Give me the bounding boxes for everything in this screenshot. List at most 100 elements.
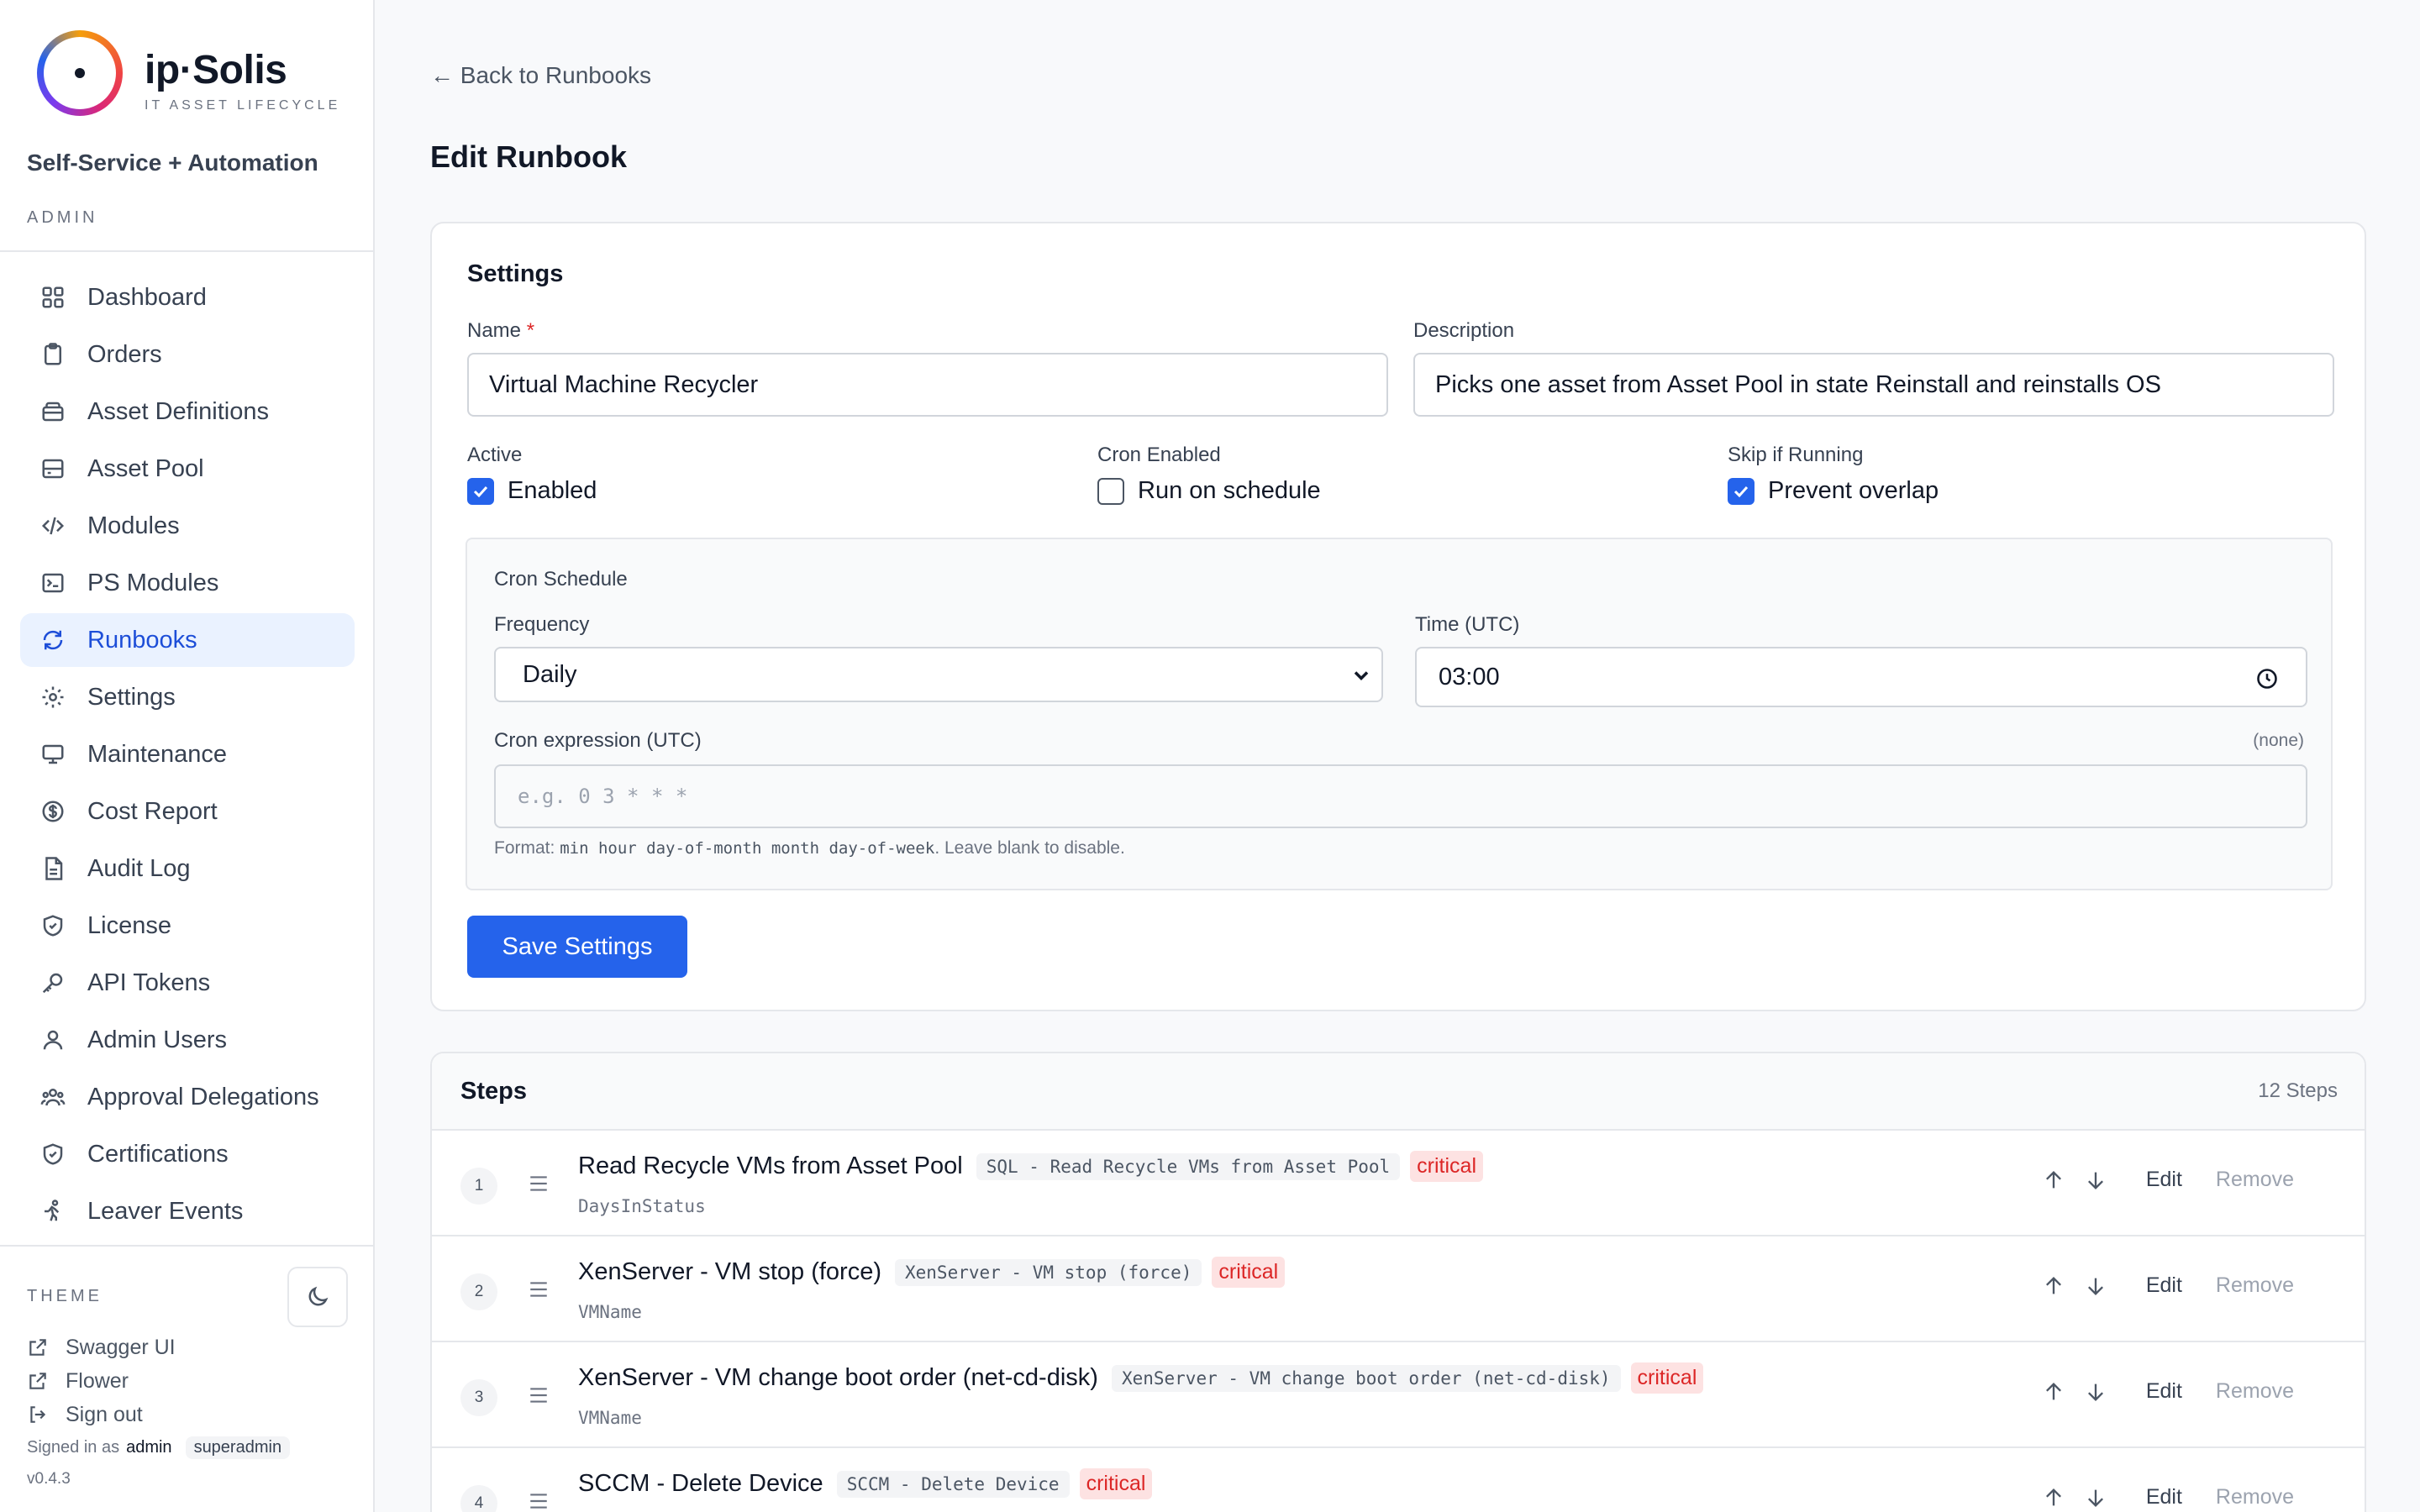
step-edit-button[interactable]: Edit — [2146, 1485, 2182, 1509]
step-module: SQL - Read Recycle VMs from Asset Pool — [976, 1152, 1401, 1180]
sidebar-item-license[interactable]: License — [20, 899, 355, 953]
sidebar-item-maintenance[interactable]: Maintenance — [20, 727, 355, 781]
step-edit-button[interactable]: Edit — [2146, 1273, 2182, 1298]
arrow-up-icon[interactable] — [2042, 1380, 2065, 1404]
moon-icon — [308, 1286, 329, 1306]
clock-icon[interactable] — [2255, 667, 2279, 690]
settings-title: Settings — [467, 260, 564, 287]
sidebar-item-asset-definitions[interactable]: Asset Definitions — [20, 385, 355, 438]
active-label: Active — [467, 444, 523, 466]
sidebar-item-asset-pool[interactable]: Asset Pool — [20, 442, 355, 496]
sidebar-divider — [0, 250, 375, 252]
monitor-icon — [40, 742, 66, 767]
admin-section-label: ADMIN — [27, 208, 98, 227]
step-edit-button[interactable]: Edit — [2146, 1168, 2182, 1192]
name-label: Name * — [467, 319, 534, 343]
file-icon — [40, 856, 66, 881]
step-remove-button[interactable]: Remove — [2216, 1168, 2294, 1192]
skip-if-running-checkbox-row[interactable]: Prevent overlap — [1728, 477, 1939, 505]
cron-enabled-checkbox[interactable] — [1097, 477, 1124, 505]
step-param: VMName — [578, 1302, 642, 1322]
step-remove-button[interactable]: Remove — [2216, 1273, 2294, 1298]
sidebar-item-label: Dashboard — [87, 283, 207, 311]
skip-if-running-checkbox[interactable] — [1728, 477, 1754, 505]
shield-check-icon — [40, 1142, 66, 1167]
brand-logo[interactable]: ip·Solis IT ASSET LIFECYCLE — [37, 30, 340, 116]
theme-toggle-button[interactable] — [287, 1267, 348, 1327]
sidebar-item-label: Approval Delegations — [87, 1083, 319, 1110]
time-input[interactable]: 03:00 — [1415, 647, 2307, 707]
cron-enabled-checkbox-row[interactable]: Run on schedule — [1097, 477, 1321, 505]
link-label: Flower — [66, 1368, 129, 1393]
critical-badge: critical — [1212, 1257, 1286, 1288]
description-input-value: Picks one asset from Asset Pool in state… — [1435, 370, 2161, 398]
arrow-down-icon[interactable] — [2084, 1168, 2107, 1192]
step-edit-button[interactable]: Edit — [2146, 1379, 2182, 1404]
active-checkbox-label: Enabled — [508, 477, 597, 504]
sidebar-item-orders[interactable]: Orders — [20, 328, 355, 381]
arrow-up-icon[interactable] — [2042, 1274, 2065, 1298]
sidebar-divider — [0, 1245, 375, 1247]
arrow-down-icon[interactable] — [2084, 1380, 2107, 1404]
step-remove-button[interactable]: Remove — [2216, 1485, 2294, 1509]
critical-badge: critical — [1630, 1362, 1704, 1394]
settings-card: Settings Name * Virtual Machine Recycler… — [430, 222, 2366, 1011]
sidebar-item-label: PS Modules — [87, 569, 219, 596]
sign-out-link[interactable]: Sign out — [27, 1398, 176, 1431]
drag-handle-icon[interactable] — [528, 1384, 550, 1406]
drag-handle-icon[interactable] — [528, 1490, 550, 1512]
step-name: XenServer - VM stop (force) — [578, 1258, 881, 1285]
app-version: v0.4.3 — [27, 1470, 71, 1488]
external-link-icon — [29, 1339, 46, 1356]
step-name: SCCM - Delete Device — [578, 1470, 823, 1497]
sidebar-item-modules[interactable]: Modules — [20, 499, 355, 553]
sidebar-item-certifications[interactable]: Certifications — [20, 1127, 355, 1181]
sidebar-item-settings[interactable]: Settings — [20, 670, 355, 724]
arrow-down-icon[interactable] — [2084, 1486, 2107, 1509]
arrow-down-icon[interactable] — [2084, 1274, 2107, 1298]
theme-label: THEME — [27, 1287, 103, 1305]
description-input[interactable]: Picks one asset from Asset Pool in state… — [1413, 353, 2334, 417]
cron-expression-input[interactable]: e.g. 0 3 * * * — [494, 764, 2307, 828]
skip-if-running-checkbox-label: Prevent overlap — [1768, 477, 1939, 504]
chevron-down-icon — [1354, 671, 1369, 680]
terminal-icon — [40, 570, 66, 596]
drag-handle-icon[interactable] — [528, 1173, 550, 1194]
portal-title: Self-Service + Automation — [27, 150, 318, 176]
check-icon — [1733, 486, 1749, 497]
sidebar-item-audit-log[interactable]: Audit Log — [20, 842, 355, 895]
code-icon — [40, 513, 66, 538]
sidebar-item-cost-report[interactable]: Cost Report — [20, 785, 355, 838]
frequency-select[interactable]: Daily — [494, 647, 1383, 702]
sidebar-item-api-tokens[interactable]: API Tokens — [20, 956, 355, 1010]
description-label: Description — [1413, 319, 1515, 342]
sidebar-item-leaver-events[interactable]: Leaver Events — [20, 1184, 355, 1238]
sidebar-item-approval-delegations[interactable]: Approval Delegations — [20, 1070, 355, 1124]
sidebar-item-dashboard[interactable]: Dashboard — [20, 270, 355, 324]
active-checkbox-row[interactable]: Enabled — [467, 477, 597, 505]
format-suffix: . Leave blank to disable. — [934, 838, 1125, 858]
drag-handle-icon[interactable] — [528, 1278, 550, 1300]
sidebar-item-label: Orders — [87, 340, 162, 368]
back-to-runbooks-link[interactable]: ← Back to Runbooks — [430, 62, 651, 89]
step-number: 1 — [460, 1168, 497, 1205]
step-name: Read Recycle VMs from Asset Pool — [578, 1152, 963, 1179]
sidebar-item-admin-users[interactable]: Admin Users — [20, 1013, 355, 1067]
name-input[interactable]: Virtual Machine Recycler — [467, 353, 1388, 417]
save-settings-button[interactable]: Save Settings — [467, 916, 687, 978]
arrow-up-icon[interactable] — [2042, 1486, 2065, 1509]
active-checkbox[interactable] — [467, 477, 494, 505]
sidebar-item-ps-modules[interactable]: PS Modules — [20, 556, 355, 610]
swagger-ui-link[interactable]: Swagger UI — [27, 1331, 176, 1364]
arrow-up-icon[interactable] — [2042, 1168, 2065, 1192]
cron-expression-label: Cron expression (UTC) — [494, 729, 702, 752]
sidebar-item-label: Admin Users — [87, 1026, 227, 1053]
sidebar: ip·Solis IT ASSET LIFECYCLE Self-Service… — [0, 0, 375, 1512]
sidebar-links: Swagger UI Flower Sign out — [27, 1331, 176, 1431]
sidebar-item-runbooks[interactable]: Runbooks — [20, 613, 355, 667]
step-remove-button[interactable]: Remove — [2216, 1379, 2294, 1404]
shield-icon — [40, 913, 66, 938]
cron-expression-hint: (none) — [2253, 731, 2304, 750]
flower-link[interactable]: Flower — [27, 1364, 176, 1398]
signed-in-user: admin — [126, 1438, 172, 1457]
